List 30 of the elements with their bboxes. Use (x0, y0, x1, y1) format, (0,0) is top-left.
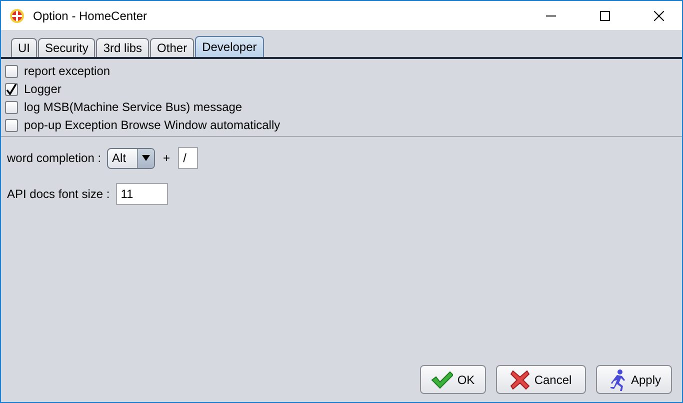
checkbox-label: report exception (24, 64, 110, 78)
checkbox[interactable] (5, 100, 18, 114)
checkbox[interactable] (5, 64, 18, 78)
tab[interactable]: UI (11, 38, 37, 57)
checkbox-label: log MSB(Machine Service Bus) message (24, 100, 242, 114)
field-label: word completion : (7, 151, 102, 165)
dropdown-arrow-icon (142, 155, 150, 161)
checkbox[interactable] (5, 82, 18, 96)
tab[interactable]: Developer (195, 36, 264, 57)
cross-icon (510, 370, 530, 390)
window-title: Option - HomeCenter (33, 8, 148, 22)
plus-sign: + (163, 151, 170, 165)
maximize-icon[interactable] (600, 10, 610, 20)
font-size-field[interactable]: 11 (116, 183, 168, 205)
checkbox-label: pop-up Exception Browse Window automatically (24, 118, 280, 132)
checkmark-icon (431, 370, 454, 388)
running-figure-icon (607, 368, 627, 390)
field-label: API docs font size : (7, 187, 110, 201)
key-field[interactable]: / (178, 147, 198, 169)
tab[interactable]: Other (150, 38, 194, 57)
tab[interactable]: Security (38, 38, 96, 57)
cancel-button[interactable]: Cancel (496, 365, 586, 394)
checkbox-label: Logger (24, 82, 62, 96)
close-icon[interactable] (654, 10, 664, 20)
modifier-dropdown[interactable]: Alt (107, 148, 156, 168)
checkbox[interactable] (5, 118, 18, 132)
ok-button[interactable]: OK (420, 365, 486, 394)
app-logo-icon (9, 8, 25, 24)
tab[interactable]: 3rd libs (96, 38, 150, 57)
apply-button[interactable]: Apply (596, 365, 672, 394)
